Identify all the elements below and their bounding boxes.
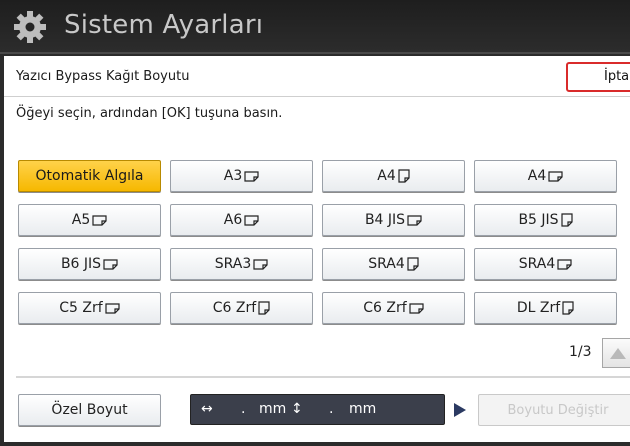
paper-size-button[interactable]: C5 Zrf (18, 292, 161, 324)
horizontal-value: . (241, 401, 246, 417)
landscape-orientation-icon (548, 170, 563, 182)
paper-size-label: B4 JIS (364, 212, 406, 228)
paper-size-label: A4 (527, 168, 547, 184)
paper-size-button[interactable]: A3 (170, 160, 313, 192)
paper-size-label: A5 (71, 212, 91, 228)
title-bar: Sistem Ayarları (0, 0, 630, 54)
page-indicator: 1/3 (569, 344, 592, 360)
paper-size-button[interactable]: SRA4 (322, 248, 465, 280)
paper-size-button[interactable]: Otomatik Algıla (18, 160, 161, 192)
divider (16, 376, 630, 378)
paper-size-label: B6 JIS (60, 256, 102, 272)
paper-size-button[interactable]: B4 JIS (322, 204, 465, 236)
paper-size-label: A3 (223, 168, 243, 184)
paper-size-button[interactable]: SRA3 (170, 248, 313, 280)
landscape-orientation-icon (557, 258, 572, 270)
setting-header: Yazıcı Bypass Kağıt Boyutu İptal (4, 56, 630, 97)
paper-size-button[interactable]: SRA4 (474, 248, 617, 280)
change-size-button[interactable]: Boyutu Değiştir (478, 394, 630, 426)
page-title: Sistem Ayarları (64, 10, 264, 40)
custom-size-button[interactable]: Özel Boyut (18, 394, 161, 426)
custom-size-field[interactable]: ↔ . mm ↕ . mm (190, 394, 445, 425)
paper-size-label: SRA4 (368, 256, 405, 272)
paper-size-label: C6 Zrf (212, 300, 257, 316)
vertical-value: . (329, 401, 334, 417)
paper-size-label: B5 JIS (518, 212, 559, 228)
gear-icon (14, 11, 46, 43)
page-up-button[interactable] (602, 338, 630, 368)
vertical-unit: mm (349, 401, 377, 417)
landscape-orientation-icon (244, 214, 259, 226)
paper-size-button[interactable]: C6 Zrf (170, 292, 313, 324)
paper-size-button[interactable]: C6 Zrf (322, 292, 465, 324)
paper-size-label: C5 Zrf (59, 300, 103, 316)
paper-size-label: SRA3 (214, 256, 252, 272)
horizontal-arrow-icon: ↔ (201, 401, 213, 417)
vertical-arrow-icon: ↕ (291, 401, 303, 417)
portrait-orientation-icon (258, 301, 270, 315)
instruction-text: Öğeyi seçin, ardından [OK] tuşuna basın. (16, 106, 283, 121)
landscape-orientation-icon (253, 258, 268, 270)
arrow-up-icon (610, 348, 626, 359)
portrait-orientation-icon (560, 213, 573, 227)
horizontal-unit: mm (259, 401, 287, 417)
cancel-button[interactable]: İptal (566, 62, 630, 92)
landscape-orientation-icon (409, 302, 424, 314)
landscape-orientation-icon (105, 302, 120, 314)
paper-size-label: A4 (377, 168, 396, 184)
setting-title: Yazıcı Bypass Kağıt Boyutu (16, 69, 190, 84)
landscape-orientation-icon (92, 214, 107, 226)
landscape-orientation-icon (407, 214, 422, 226)
portrait-orientation-icon (407, 257, 419, 271)
paper-size-label: DL Zrf (516, 300, 561, 316)
paper-size-button[interactable]: A4 (322, 160, 465, 192)
paper-size-label: SRA4 (518, 256, 556, 272)
settings-panel: Yazıcı Bypass Kağıt Boyutu İptal Öğeyi s… (4, 56, 630, 442)
paper-size-button[interactable]: A6 (170, 204, 313, 236)
paper-size-button[interactable]: DL Zrf (474, 292, 617, 324)
paper-size-button[interactable]: B6 JIS (18, 248, 161, 280)
paper-size-label: A6 (223, 212, 243, 228)
portrait-orientation-icon (562, 301, 574, 315)
paper-size-label: C6 Zrf (363, 300, 407, 316)
landscape-orientation-icon (103, 258, 118, 270)
portrait-orientation-icon (398, 169, 410, 183)
paper-size-button[interactable]: B5 JIS (474, 204, 617, 236)
landscape-orientation-icon (244, 170, 259, 182)
play-arrow-icon (454, 403, 466, 417)
paper-size-button[interactable]: A5 (18, 204, 161, 236)
paper-size-label: Otomatik Algıla (35, 168, 144, 184)
paper-size-button[interactable]: A4 (474, 160, 617, 192)
